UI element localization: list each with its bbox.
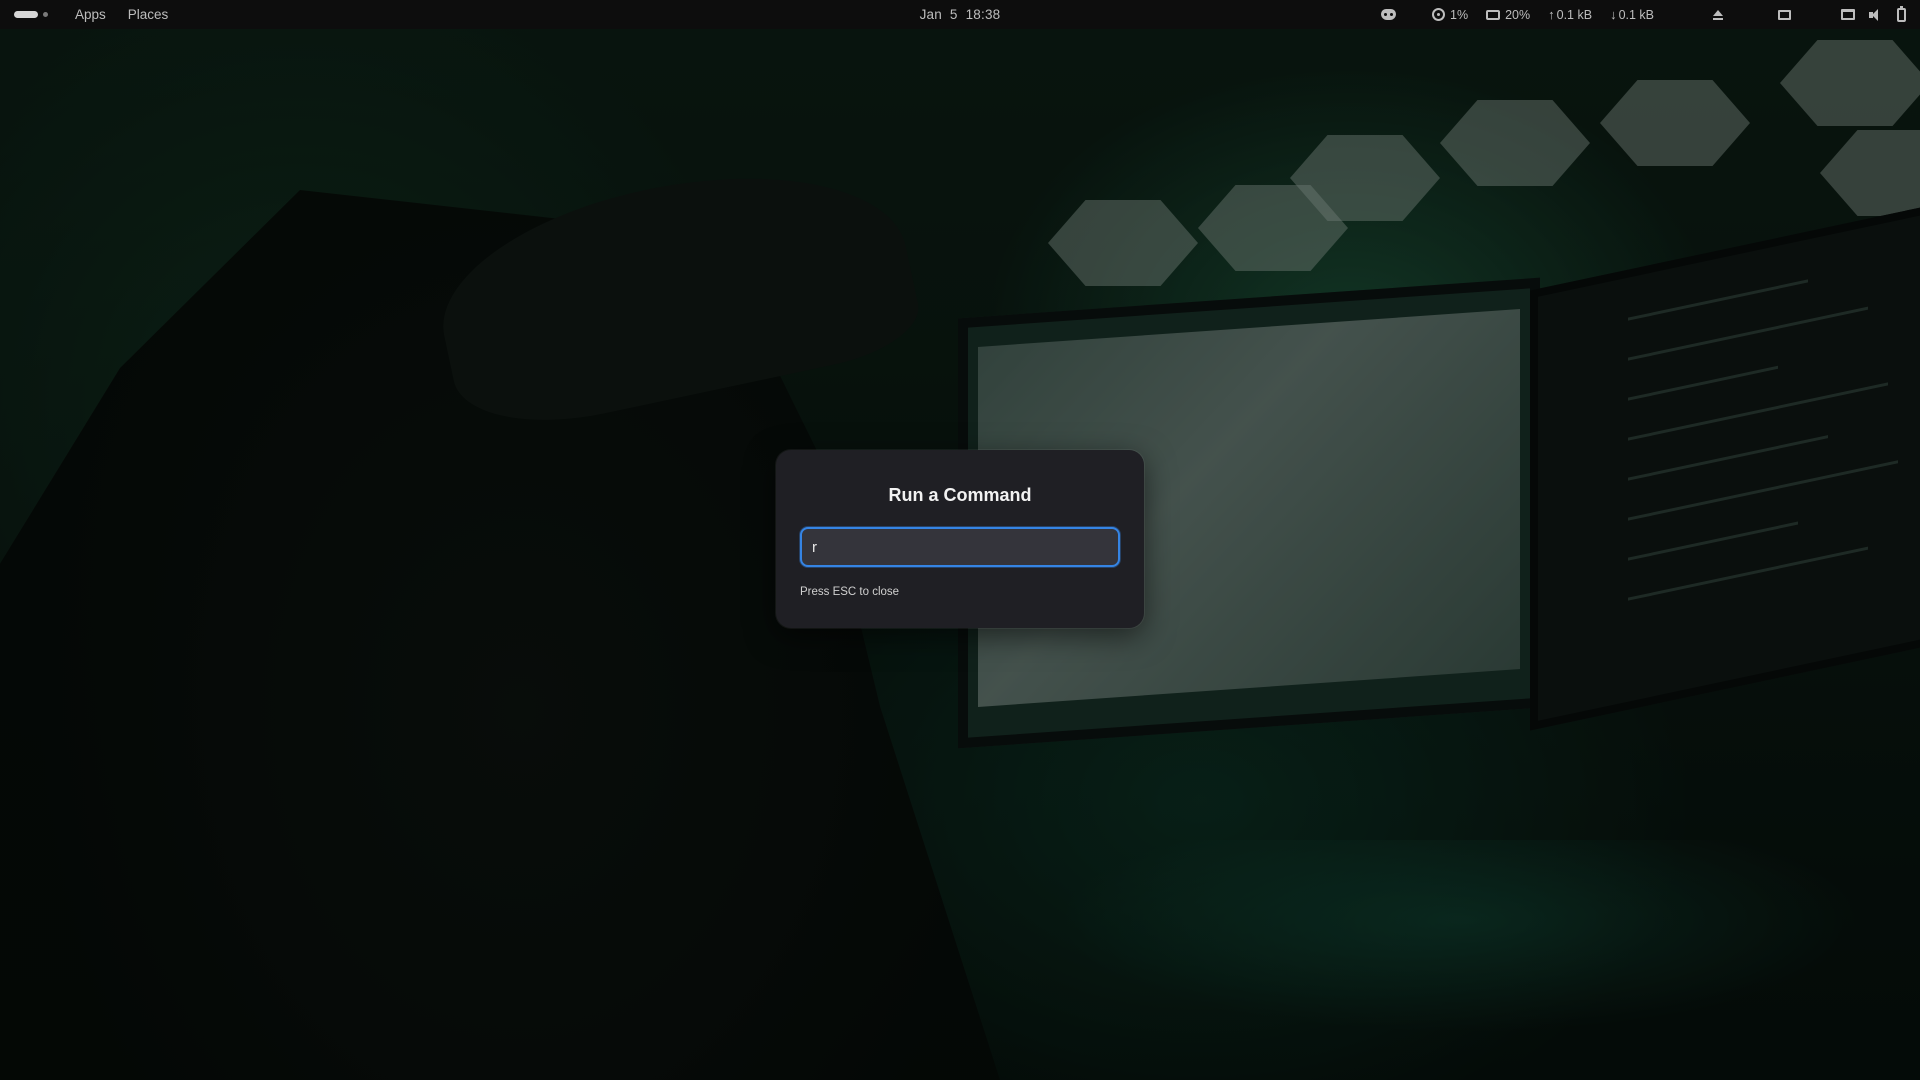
upload-arrow-icon: ↑ bbox=[1548, 7, 1555, 22]
top-bar: Apps Places Jan 5 18:38 1% 20% ↑ 0.1 kB … bbox=[0, 0, 1920, 29]
clock[interactable]: Jan 5 18:38 bbox=[920, 7, 1001, 22]
dialog-title: Run a Command bbox=[888, 485, 1032, 505]
apps-menu[interactable]: Apps bbox=[64, 0, 117, 29]
top-bar-left: Apps Places bbox=[0, 0, 179, 29]
activities-indicator[interactable] bbox=[14, 0, 48, 29]
discord-icon bbox=[1381, 9, 1397, 20]
volume-icon bbox=[1869, 8, 1883, 21]
discord-tray[interactable] bbox=[1381, 9, 1397, 20]
workspace-dot bbox=[43, 12, 48, 17]
battery-icon bbox=[1897, 5, 1906, 22]
memory-value: 20% bbox=[1505, 7, 1531, 22]
dialog-hint: Press ESC to close bbox=[800, 586, 900, 598]
eject-icon bbox=[1712, 9, 1724, 20]
cpu-monitor[interactable]: 1% bbox=[1432, 8, 1468, 22]
system-menu[interactable] bbox=[1841, 5, 1906, 22]
upload-monitor[interactable]: ↑ 0.1 kB bbox=[1548, 8, 1592, 22]
screen-icon bbox=[1841, 9, 1855, 20]
cpu-value: 1% bbox=[1450, 7, 1469, 22]
command-input[interactable] bbox=[800, 527, 1120, 567]
cpu-icon bbox=[1432, 8, 1446, 21]
places-menu-label: Places bbox=[127, 7, 169, 22]
window-icon bbox=[1778, 9, 1791, 20]
memory-monitor[interactable]: 20% bbox=[1486, 8, 1530, 22]
upload-value: 0.1 kB bbox=[1556, 7, 1593, 22]
download-monitor[interactable]: ↓ 0.1 kB bbox=[1610, 8, 1654, 22]
places-menu[interactable]: Places bbox=[117, 0, 180, 29]
run-command-dialog: Run a Command Press ESC to close bbox=[776, 450, 1144, 628]
download-value: 0.1 kB bbox=[1618, 7, 1654, 22]
workspace-active-pill bbox=[14, 11, 38, 18]
download-arrow-icon: ↓ bbox=[1610, 7, 1617, 22]
apps-menu-label: Apps bbox=[75, 7, 106, 22]
top-bar-right: 1% 20% ↑ 0.1 kB ↓ 0.1 kB bbox=[1381, 0, 1920, 29]
removable-drive-menu[interactable] bbox=[1712, 9, 1724, 20]
window-list-button[interactable] bbox=[1778, 9, 1791, 20]
memory-icon bbox=[1486, 9, 1501, 20]
